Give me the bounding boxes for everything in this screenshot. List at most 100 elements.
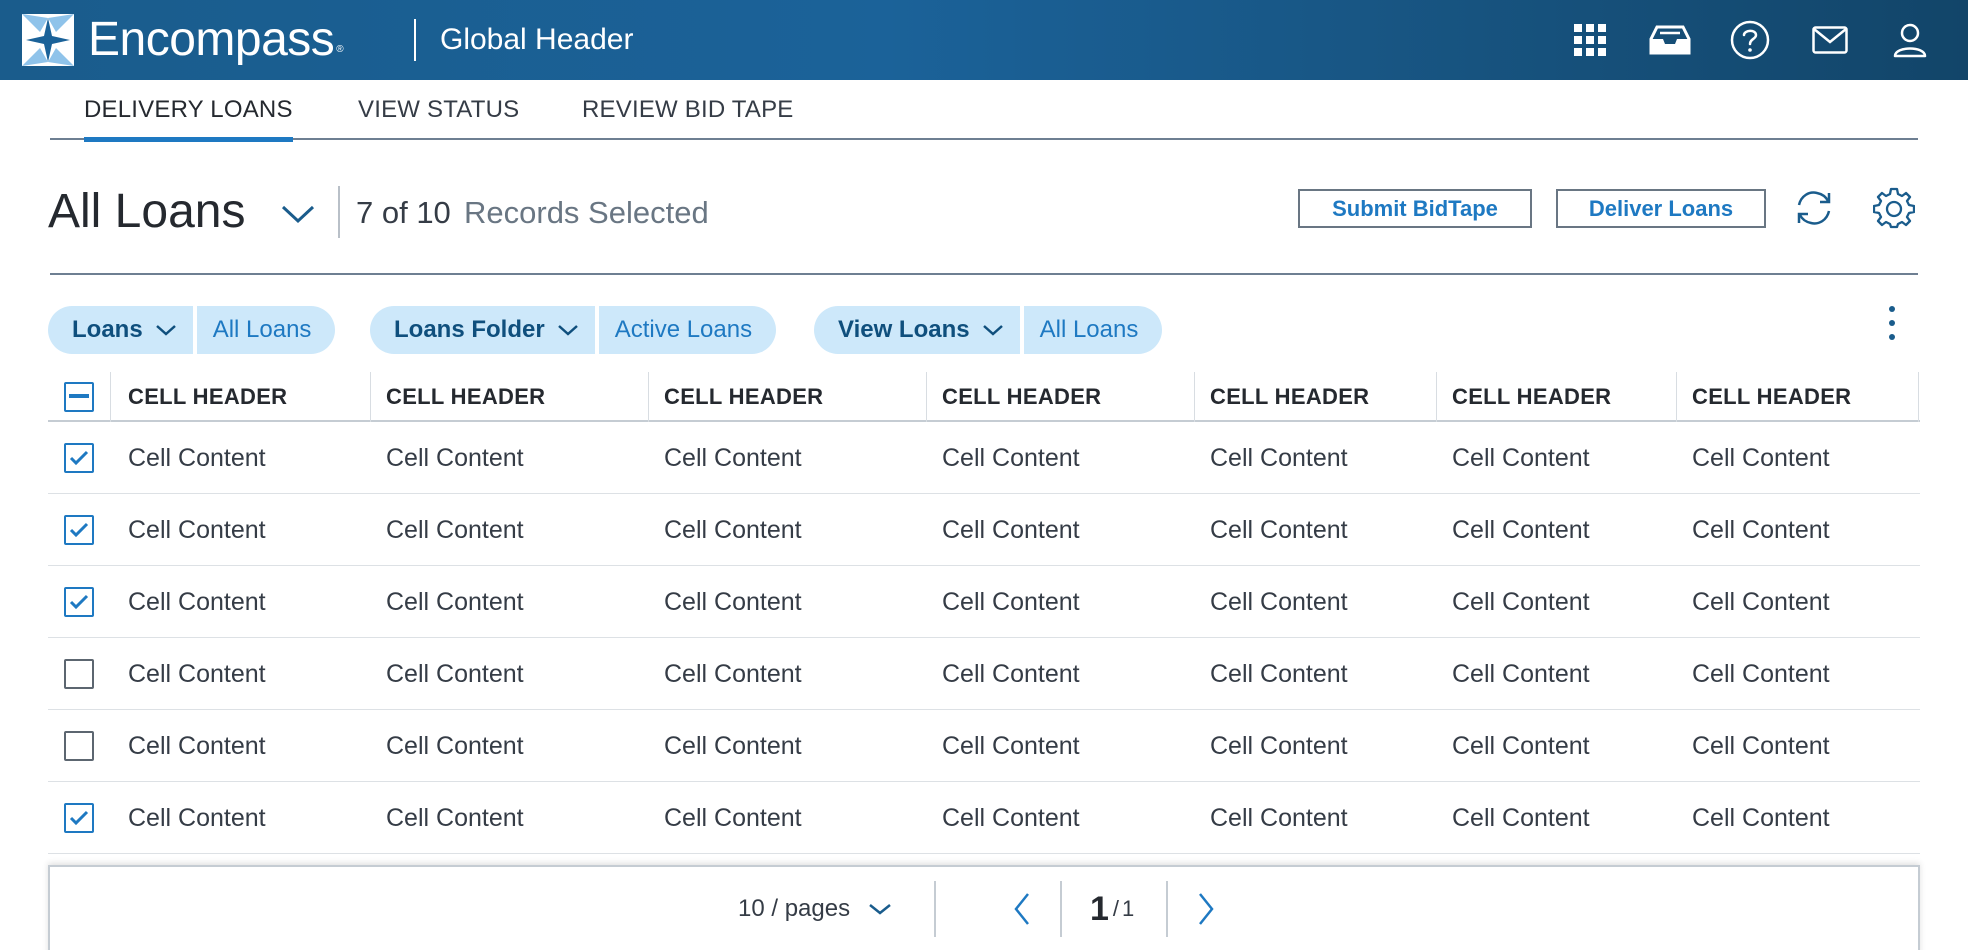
settings-gear-icon[interactable] bbox=[1872, 186, 1916, 230]
filter-pill-loans: Loans All Loans bbox=[48, 306, 336, 354]
table-cell: Cell Content bbox=[1452, 731, 1590, 760]
table-cell: Cell Content bbox=[942, 803, 1080, 832]
loans-table: CELL HEADER CELL HEADER CELL HEADER CELL… bbox=[48, 372, 1920, 854]
submit-bidtape-button[interactable]: Submit BidTape bbox=[1298, 189, 1532, 228]
filter-value-view-loans[interactable]: All Loans bbox=[1023, 306, 1163, 354]
header-title: Global Header bbox=[440, 23, 634, 56]
table-cell: Cell Content bbox=[664, 587, 802, 616]
table-cell: Cell Content bbox=[128, 659, 266, 688]
table-cell: Cell Content bbox=[1692, 515, 1830, 544]
table-cell: Cell Content bbox=[942, 587, 1080, 616]
row-checkbox[interactable] bbox=[64, 587, 94, 617]
row-checkbox[interactable] bbox=[64, 659, 94, 689]
tab-view-status[interactable]: VIEW STATUS bbox=[358, 96, 519, 140]
column-header[interactable]: CELL HEADER bbox=[1692, 372, 1851, 422]
header-icon-bar bbox=[1550, 16, 1950, 64]
page-title: All Loans bbox=[48, 185, 246, 238]
table-cell: Cell Content bbox=[1692, 731, 1830, 760]
table-cell: Cell Content bbox=[1452, 515, 1590, 544]
filter-key-view-loans[interactable]: View Loans bbox=[814, 306, 1020, 354]
table-cell: Cell Content bbox=[128, 515, 266, 544]
more-options-kebab-icon[interactable] bbox=[1878, 302, 1906, 344]
column-header[interactable]: CELL HEADER bbox=[1210, 372, 1369, 422]
pagination-bar: 10 / pages 1/1 bbox=[48, 865, 1920, 950]
table-cell: Cell Content bbox=[386, 803, 524, 832]
table-cell: Cell Content bbox=[1692, 659, 1830, 688]
table-cell: Cell Content bbox=[386, 443, 524, 472]
apps-grid-icon[interactable] bbox=[1550, 16, 1630, 64]
table-cell: Cell Content bbox=[386, 659, 524, 688]
table-cell: Cell Content bbox=[664, 659, 802, 688]
tab-bar: DELIVERY LOANS VIEW STATUS REVIEW BID TA… bbox=[50, 90, 1918, 142]
column-header[interactable]: CELL HEADER bbox=[1452, 372, 1611, 422]
table-cell: Cell Content bbox=[386, 731, 524, 760]
table-cell: Cell Content bbox=[1692, 587, 1830, 616]
chevron-down-icon bbox=[281, 205, 315, 224]
records-selected-count: 7 of 10 bbox=[356, 195, 451, 230]
tab-delivery-loans[interactable]: DELIVERY LOANS bbox=[84, 96, 293, 142]
checkmark-icon bbox=[69, 810, 89, 826]
column-header[interactable]: CELL HEADER bbox=[664, 372, 823, 422]
row-checkbox[interactable] bbox=[64, 731, 94, 761]
column-header[interactable]: CELL HEADER bbox=[386, 372, 545, 422]
previous-page-button[interactable] bbox=[1000, 887, 1044, 931]
table-cell: Cell Content bbox=[664, 803, 802, 832]
mail-icon[interactable] bbox=[1790, 16, 1870, 64]
filter-key-loans[interactable]: Loans bbox=[48, 306, 193, 354]
checkmark-icon bbox=[69, 594, 89, 610]
table-cell: Cell Content bbox=[1210, 659, 1348, 688]
chevron-down-icon bbox=[982, 325, 1003, 336]
chevron-right-icon bbox=[1199, 893, 1214, 925]
indeterminate-minus-icon bbox=[69, 394, 89, 398]
refresh-icon[interactable] bbox=[1792, 186, 1836, 230]
table-cell: Cell Content bbox=[1452, 659, 1590, 688]
filter-value-loans-folder[interactable]: Active Loans bbox=[598, 306, 777, 354]
brand-name: Encompass ® bbox=[88, 13, 344, 66]
table-row[interactable]: Cell Content Cell Content Cell Content C… bbox=[48, 422, 1920, 494]
checkmark-icon bbox=[69, 522, 89, 538]
row-checkbox[interactable] bbox=[64, 443, 94, 473]
page-size-dropdown[interactable]: 10 / pages bbox=[738, 889, 892, 929]
table-row[interactable]: Cell Content Cell Content Cell Content C… bbox=[48, 638, 1920, 710]
table-cell: Cell Content bbox=[128, 587, 266, 616]
filter-value-loans[interactable]: All Loans bbox=[196, 306, 336, 354]
filter-key-loans-folder[interactable]: Loans Folder bbox=[370, 306, 595, 354]
tab-review-bid-tape[interactable]: REVIEW BID TAPE bbox=[582, 96, 794, 140]
pagination-divider bbox=[1060, 881, 1062, 937]
table-cell: Cell Content bbox=[942, 443, 1080, 472]
table-cell: Cell Content bbox=[1452, 587, 1590, 616]
next-page-button[interactable] bbox=[1184, 887, 1228, 931]
table-cell: Cell Content bbox=[1452, 803, 1590, 832]
table-cell: Cell Content bbox=[664, 443, 802, 472]
table-row[interactable]: Cell Content Cell Content Cell Content C… bbox=[48, 566, 1920, 638]
table-cell: Cell Content bbox=[128, 731, 266, 760]
help-icon[interactable] bbox=[1710, 16, 1790, 64]
table-header-row: CELL HEADER CELL HEADER CELL HEADER CELL… bbox=[48, 372, 1920, 422]
table-row[interactable]: Cell Content Cell Content Cell Content C… bbox=[48, 782, 1920, 854]
view-selector-dropdown[interactable] bbox=[278, 194, 318, 234]
user-icon[interactable] bbox=[1870, 16, 1950, 64]
chevron-down-icon bbox=[869, 904, 891, 915]
title-divider bbox=[338, 186, 340, 238]
select-all-checkbox[interactable] bbox=[64, 382, 94, 412]
table-cell: Cell Content bbox=[386, 515, 524, 544]
column-header[interactable]: CELL HEADER bbox=[128, 372, 287, 422]
table-cell: Cell Content bbox=[664, 515, 802, 544]
table-row[interactable]: Cell Content Cell Content Cell Content C… bbox=[48, 710, 1920, 782]
filter-pill-loans-folder: Loans Folder Active Loans bbox=[370, 306, 777, 354]
inbox-tray-icon[interactable] bbox=[1630, 16, 1710, 64]
chevron-left-icon bbox=[1014, 893, 1029, 925]
row-checkbox[interactable] bbox=[64, 803, 94, 833]
table-row[interactable]: Cell Content Cell Content Cell Content C… bbox=[48, 494, 1920, 566]
column-header[interactable]: CELL HEADER bbox=[942, 372, 1101, 422]
table-cell: Cell Content bbox=[664, 731, 802, 760]
table-cell: Cell Content bbox=[1692, 803, 1830, 832]
global-header: Encompass ® Global Header bbox=[0, 0, 1968, 80]
encompass-logo-icon bbox=[22, 14, 74, 66]
header-divider bbox=[414, 19, 416, 61]
deliver-loans-button[interactable]: Deliver Loans bbox=[1556, 189, 1766, 228]
table-cell: Cell Content bbox=[1210, 587, 1348, 616]
row-checkbox[interactable] bbox=[64, 515, 94, 545]
chevron-down-icon bbox=[155, 325, 176, 336]
pagination-divider bbox=[934, 881, 936, 937]
